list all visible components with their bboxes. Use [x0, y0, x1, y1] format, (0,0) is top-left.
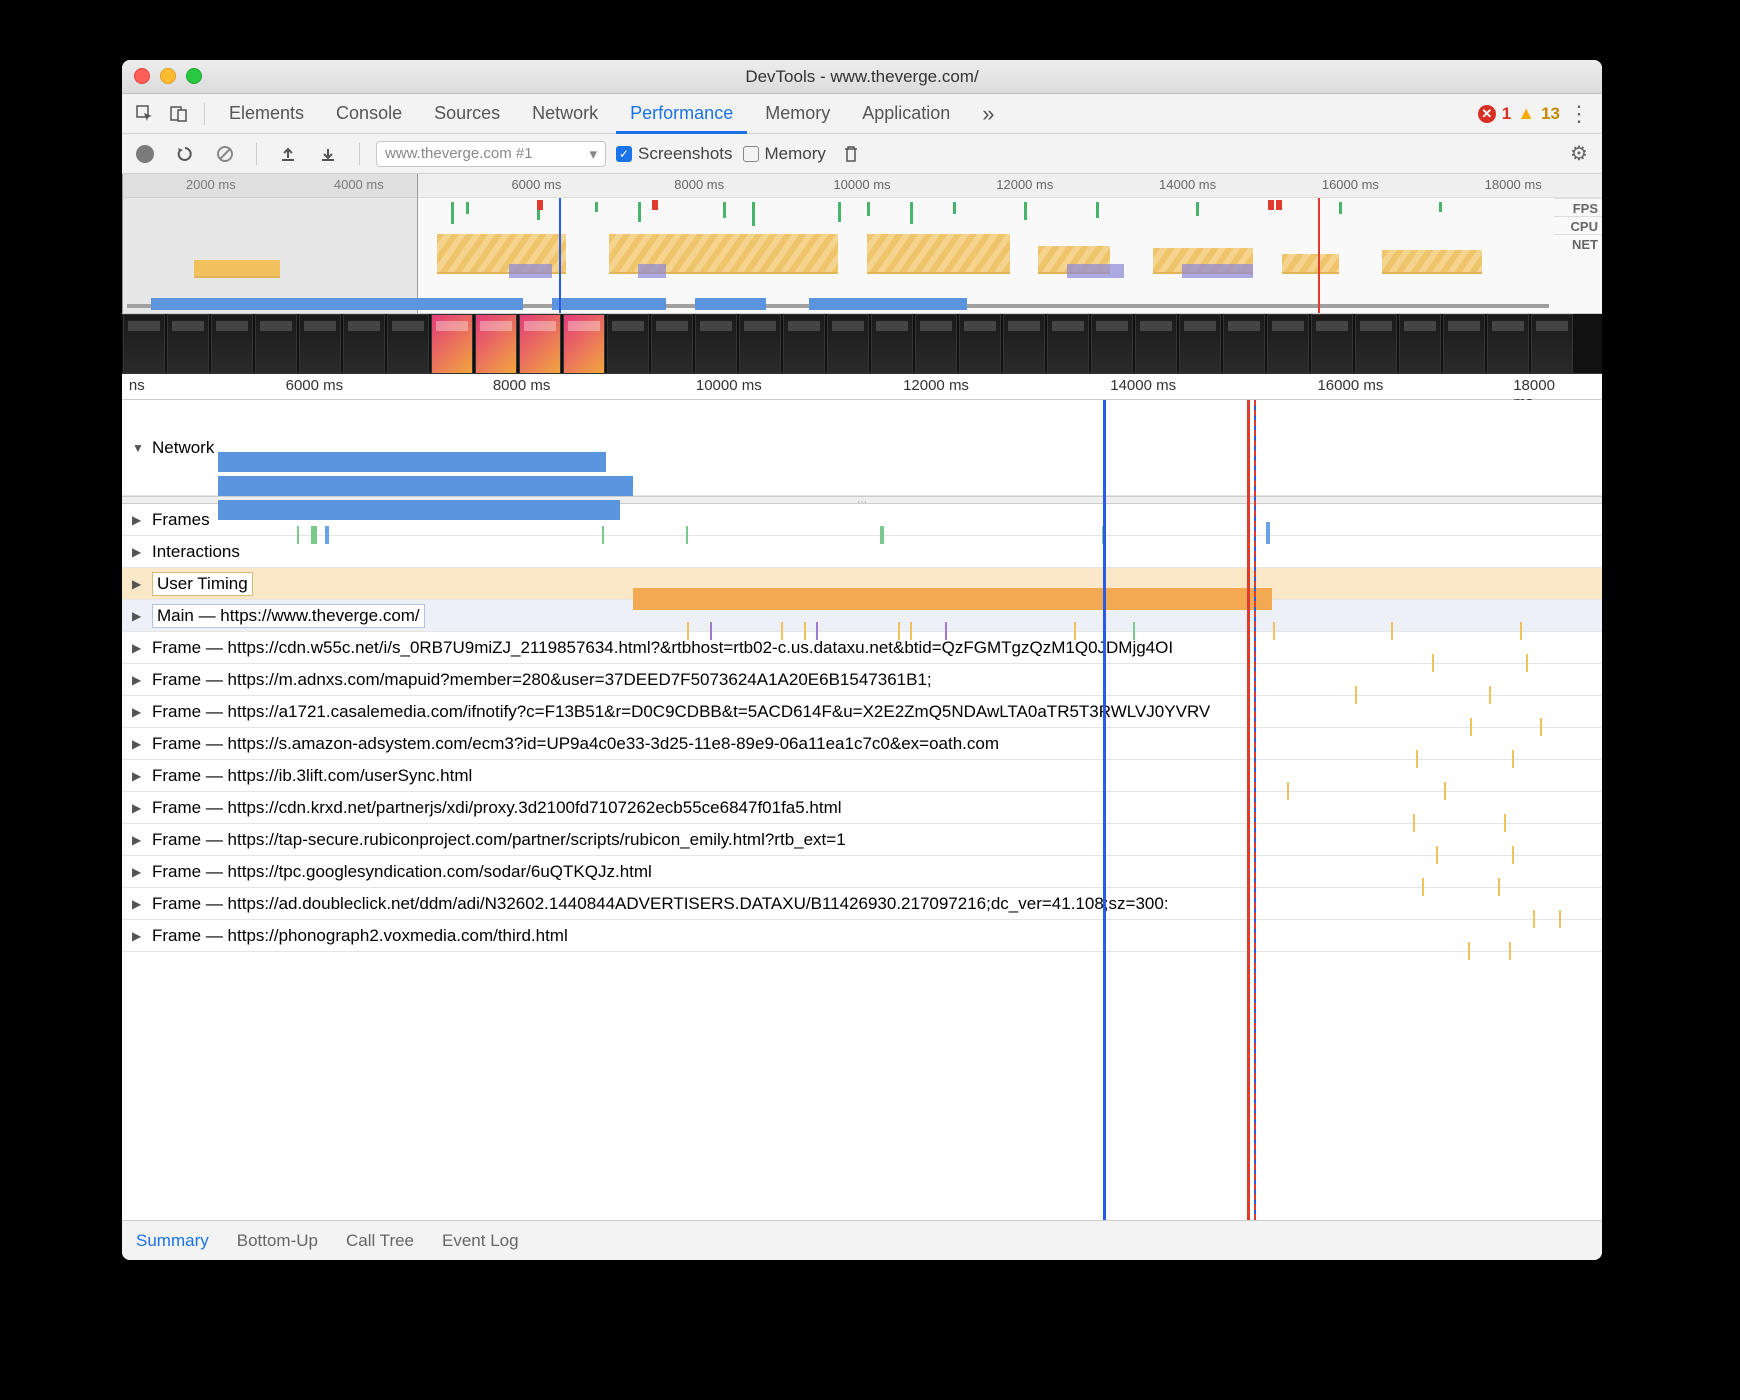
- overview-label-cpu: CPU: [1554, 216, 1602, 234]
- lane-frame-row[interactable]: ▶ Frame — https://s.amazon-adsystem.com/e…: [122, 728, 1602, 760]
- kebab-menu-icon[interactable]: ⋮: [1564, 99, 1594, 129]
- frame-row-label: Frame — https://a1721.casalemedia.com/if…: [152, 702, 1210, 722]
- disclosure-triangle-icon[interactable]: ▶: [132, 577, 146, 591]
- tab-network[interactable]: Network: [518, 94, 612, 134]
- tab-elements[interactable]: Elements: [215, 94, 318, 134]
- disclosure-triangle-icon[interactable]: ▶: [132, 545, 146, 559]
- window-title: DevTools - www.theverge.com/: [745, 67, 978, 87]
- frame-row-label: Frame — https://tpc.googlesyndication.co…: [152, 862, 652, 882]
- lane-user-timing[interactable]: ▶ User Timing: [122, 568, 1602, 600]
- lane-frame-row[interactable]: ▶ Frame — https://ad.doubleclick.net/ddm/…: [122, 888, 1602, 920]
- devtools-tabbar: Elements Console Sources Network Perform…: [122, 94, 1602, 134]
- lane-frame-row[interactable]: ▶ Frame — https://tpc.googlesyndication.c…: [122, 856, 1602, 888]
- lane-network[interactable]: ▼ Network: [122, 400, 1602, 496]
- tab-performance[interactable]: Performance: [616, 94, 747, 134]
- upload-profile-icon[interactable]: [273, 139, 303, 169]
- memory-label: Memory: [765, 144, 826, 164]
- reload-record-button[interactable]: [170, 139, 200, 169]
- minimize-window-button[interactable]: [160, 68, 176, 84]
- tabs-overflow-button[interactable]: »: [968, 94, 1008, 134]
- disclosure-triangle-icon[interactable]: ▶: [132, 513, 146, 527]
- overview-track-labels: FPS CPU NET: [1554, 198, 1602, 252]
- lane-interactions-label: Interactions: [152, 542, 240, 562]
- memory-checkbox[interactable]: Memory: [743, 144, 826, 164]
- tab-application[interactable]: Application: [848, 94, 964, 134]
- disclosure-triangle-icon[interactable]: ▶: [132, 865, 146, 879]
- lane-interactions[interactable]: ▶ Interactions: [122, 536, 1602, 568]
- frame-row-label: Frame — https://ib.3lift.com/userSync.ht…: [152, 766, 472, 786]
- disclosure-triangle-icon[interactable]: ▶: [132, 833, 146, 847]
- disclosure-triangle-icon[interactable]: ▶: [132, 641, 146, 655]
- device-toolbar-icon[interactable]: [164, 99, 194, 129]
- chevron-down-icon: ▾: [589, 145, 597, 163]
- details-tabbar: Summary Bottom-Up Call Tree Event Log: [122, 1220, 1602, 1260]
- disclosure-triangle-icon[interactable]: ▶: [132, 929, 146, 943]
- error-count: 1: [1502, 104, 1511, 124]
- tab-memory[interactable]: Memory: [751, 94, 844, 134]
- frame-row-label: Frame — https://ad.doubleclick.net/ddm/a…: [152, 894, 1169, 914]
- disclosure-triangle-icon[interactable]: ▶: [132, 769, 146, 783]
- recording-select-label: www.theverge.com #1: [385, 145, 533, 162]
- disclosure-triangle-icon[interactable]: ▶: [132, 801, 146, 815]
- disclosure-triangle-icon[interactable]: ▶: [132, 705, 146, 719]
- checkbox-off-icon: [743, 146, 759, 162]
- disclosure-triangle-icon[interactable]: ▶: [132, 897, 146, 911]
- frame-row-label: Frame — https://cdn.krxd.net/partnerjs/x…: [152, 798, 842, 818]
- traffic-lights: [134, 68, 202, 84]
- frame-row-label: Frame — https://tap-secure.rubiconprojec…: [152, 830, 846, 850]
- overview-label-fps: FPS: [1554, 198, 1602, 216]
- overview-tracks: [122, 198, 1554, 313]
- zoom-window-button[interactable]: [186, 68, 202, 84]
- recording-select[interactable]: www.theverge.com #1 ▾: [376, 141, 606, 167]
- error-icon: ✕: [1478, 105, 1496, 123]
- details-tab-eventlog[interactable]: Event Log: [442, 1231, 519, 1251]
- titlebar: DevTools - www.theverge.com/: [122, 60, 1602, 94]
- overview-label-net: NET: [1554, 234, 1602, 252]
- disclosure-triangle-icon[interactable]: ▶: [132, 609, 146, 623]
- lane-frame-row[interactable]: ▶ Frame — https://m.adnxs.com/mapuid?memb…: [122, 664, 1602, 696]
- devtools-window: DevTools - www.theverge.com/ Elements Co…: [122, 60, 1602, 1260]
- screenshots-checkbox[interactable]: ✓ Screenshots: [616, 144, 733, 164]
- lane-main-label: Main — https://www.theverge.com/: [152, 604, 425, 628]
- disclosure-triangle-icon[interactable]: ▶: [132, 673, 146, 687]
- detail-ruler[interactable]: ns 6000 ms 8000 ms 10000 ms 12000 ms 140…: [122, 374, 1602, 400]
- details-tab-calltree[interactable]: Call Tree: [346, 1231, 414, 1251]
- screenshots-label: Screenshots: [638, 144, 733, 164]
- checkbox-on-icon: ✓: [616, 146, 632, 162]
- tab-sources[interactable]: Sources: [420, 94, 514, 134]
- details-tab-bottomup[interactable]: Bottom-Up: [237, 1231, 318, 1251]
- details-tab-summary[interactable]: Summary: [136, 1231, 209, 1251]
- lane-frame-row[interactable]: ▶ Frame — https://cdn.krxd.net/partnerjs/…: [122, 792, 1602, 824]
- lane-frame-row[interactable]: ▶ Frame — https://ib.3lift.com/userSync.h…: [122, 760, 1602, 792]
- lane-frame-row[interactable]: ▶ Frame — https://cdn.w55c.net/i/s_0RB7U9…: [122, 632, 1602, 664]
- clear-button[interactable]: [210, 139, 240, 169]
- frame-row-label: Frame — https://phonograph2.voxmedia.com…: [152, 926, 568, 946]
- download-profile-icon[interactable]: [313, 139, 343, 169]
- perf-toolbar: www.theverge.com #1 ▾ ✓ Screenshots Memo…: [122, 134, 1602, 174]
- timeline-overview[interactable]: 2000 ms 4000 ms 6000 ms 8000 ms 10000 ms…: [122, 174, 1602, 314]
- lane-network-label: Network: [152, 438, 214, 458]
- close-window-button[interactable]: [134, 68, 150, 84]
- frame-row-label: Frame — https://m.adnxs.com/mapuid?membe…: [152, 670, 932, 690]
- disclosure-triangle-icon[interactable]: ▶: [132, 737, 146, 751]
- lane-frames-label: Frames: [152, 510, 210, 530]
- screenshot-filmstrip[interactable]: [122, 314, 1602, 374]
- warning-icon: ▲: [1517, 103, 1535, 124]
- frame-row-label: Frame — https://s.amazon-adsystem.com/ec…: [152, 734, 999, 754]
- settings-icon[interactable]: ⚙: [1564, 139, 1594, 169]
- record-button[interactable]: [130, 139, 160, 169]
- inspect-element-icon[interactable]: [130, 99, 160, 129]
- lane-frame-row[interactable]: ▶ Frame — https://tap-secure.rubiconproje…: [122, 824, 1602, 856]
- frame-row-label: Frame — https://cdn.w55c.net/i/s_0RB7U9m…: [152, 638, 1173, 658]
- warning-count: 13: [1541, 104, 1560, 124]
- tab-console[interactable]: Console: [322, 94, 416, 134]
- flamechart-lanes[interactable]: ▼ Network ⋯ ▶ Frames ▶ Interactions: [122, 400, 1602, 1220]
- lane-user-timing-label: User Timing: [152, 572, 253, 596]
- delete-profile-icon[interactable]: [836, 139, 866, 169]
- console-error-badge[interactable]: ✕ 1 ▲ 13: [1478, 103, 1560, 124]
- disclosure-triangle-icon[interactable]: ▼: [132, 441, 146, 455]
- lane-frame-row[interactable]: ▶ Frame — https://phonograph2.voxmedia.co…: [122, 920, 1602, 952]
- lane-frame-row[interactable]: ▶ Frame — https://a1721.casalemedia.com/i…: [122, 696, 1602, 728]
